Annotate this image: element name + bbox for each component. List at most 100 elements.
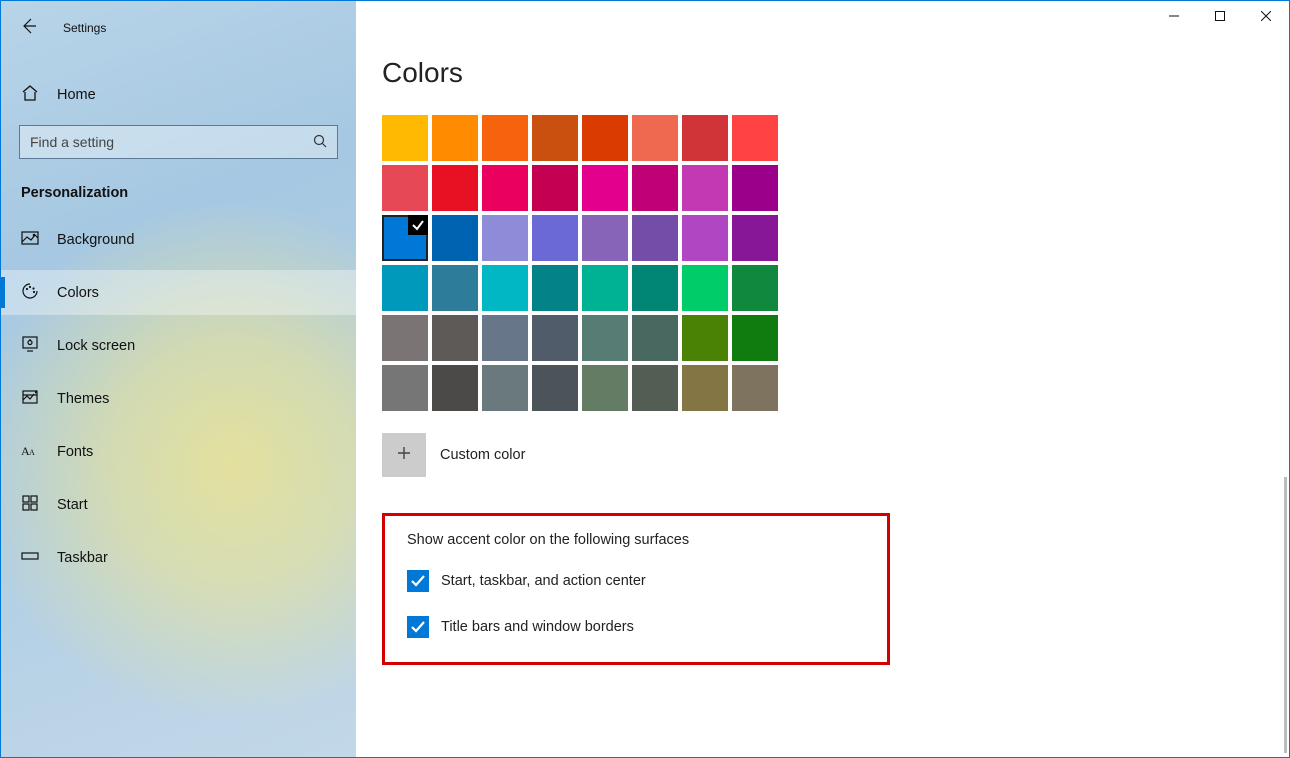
maximize-button[interactable] [1197,1,1243,31]
window-title: Settings [63,21,106,35]
color-swatch[interactable] [632,165,678,211]
color-swatch[interactable] [732,215,778,261]
color-swatch[interactable] [432,215,478,261]
color-swatch[interactable] [682,165,728,211]
nav-icon [21,282,39,304]
page-title: Colors [382,57,1289,89]
color-swatch[interactable] [482,315,528,361]
color-swatch[interactable] [482,115,528,161]
color-swatch[interactable] [582,165,628,211]
color-swatch[interactable] [532,315,578,361]
nav-item-themes[interactable]: Themes [1,376,356,421]
color-swatch[interactable] [482,215,528,261]
color-swatch[interactable] [632,265,678,311]
nav-home-label: Home [57,87,96,103]
minimize-button[interactable] [1151,1,1197,31]
nav-icon [21,229,39,251]
nav-item-label: Themes [57,391,109,407]
accent-surface-option[interactable]: Start, taskbar, and action center [407,570,865,592]
search-icon [313,134,327,151]
color-swatch[interactable] [682,215,728,261]
nav-item-label: Colors [57,285,99,301]
scrollbar[interactable] [1284,477,1287,753]
back-button[interactable] [21,18,37,39]
nav-home[interactable]: Home [1,73,356,117]
nav-item-fonts[interactable]: AA Fonts [1,429,356,474]
search-input-wrap[interactable] [19,125,338,159]
color-swatch[interactable] [432,365,478,411]
color-swatch[interactable] [432,165,478,211]
nav-item-background[interactable]: Background [1,217,356,262]
nav-item-taskbar[interactable]: Taskbar [1,535,356,580]
home-icon [21,84,39,106]
color-swatch[interactable] [682,265,728,311]
color-swatch[interactable] [382,315,428,361]
nav-item-label: Taskbar [57,550,108,566]
color-swatch[interactable] [382,165,428,211]
color-swatch[interactable] [732,315,778,361]
checkbox[interactable] [407,616,429,638]
nav-item-start[interactable]: Start [1,482,356,527]
custom-color-label: Custom color [440,447,525,463]
color-swatch[interactable] [582,365,628,411]
nav-item-lock-screen[interactable]: Lock screen [1,323,356,368]
color-swatch[interactable] [732,165,778,211]
nav-icon [21,388,39,410]
color-swatch[interactable] [732,115,778,161]
accent-surfaces-section: Show accent color on the following surfa… [382,513,890,665]
color-swatch[interactable] [532,215,578,261]
color-swatch[interactable] [632,215,678,261]
color-swatch[interactable] [532,165,578,211]
svg-text:A: A [29,448,35,457]
color-swatch[interactable] [382,215,428,261]
check-icon [408,215,428,235]
color-swatch[interactable] [382,265,428,311]
main-content: Colors Custom color Show accent color on… [356,1,1289,757]
custom-color-button[interactable] [382,433,426,477]
checkbox-label: Title bars and window borders [441,619,634,635]
nav-item-label: Background [57,232,134,248]
color-swatch[interactable] [582,215,628,261]
accent-surface-option[interactable]: Title bars and window borders [407,616,865,638]
color-swatch[interactable] [482,365,528,411]
search-input[interactable] [30,134,297,150]
color-swatch[interactable] [532,115,578,161]
nav-icon: AA [21,441,39,463]
nav-item-label: Start [57,497,88,513]
nav-icon [21,494,39,516]
color-swatch[interactable] [432,265,478,311]
color-swatch[interactable] [582,115,628,161]
nav-icon [21,335,39,357]
color-swatch-grid [382,115,782,411]
plus-icon [396,445,412,466]
accent-surfaces-heading: Show accent color on the following surfa… [407,532,865,548]
color-swatch[interactable] [532,365,578,411]
checkbox-label: Start, taskbar, and action center [441,573,646,589]
color-swatch[interactable] [382,115,428,161]
nav-item-label: Lock screen [57,338,135,354]
color-swatch[interactable] [582,315,628,361]
color-swatch[interactable] [532,265,578,311]
color-swatch[interactable] [632,115,678,161]
nav-item-colors[interactable]: Colors [1,270,356,315]
color-swatch[interactable] [682,365,728,411]
color-swatch[interactable] [682,115,728,161]
nav-item-label: Fonts [57,444,93,460]
nav-icon [21,547,39,569]
window-controls [1151,1,1289,31]
checkbox[interactable] [407,570,429,592]
close-button[interactable] [1243,1,1289,31]
color-swatch[interactable] [732,365,778,411]
category-title: Personalization [1,159,356,209]
color-swatch[interactable] [632,365,678,411]
color-swatch[interactable] [482,265,528,311]
color-swatch[interactable] [482,165,528,211]
sidebar: Settings Home Personalization Background… [1,1,356,757]
color-swatch[interactable] [382,365,428,411]
color-swatch[interactable] [432,315,478,361]
color-swatch[interactable] [682,315,728,361]
color-swatch[interactable] [432,115,478,161]
color-swatch[interactable] [632,315,678,361]
color-swatch[interactable] [732,265,778,311]
color-swatch[interactable] [582,265,628,311]
